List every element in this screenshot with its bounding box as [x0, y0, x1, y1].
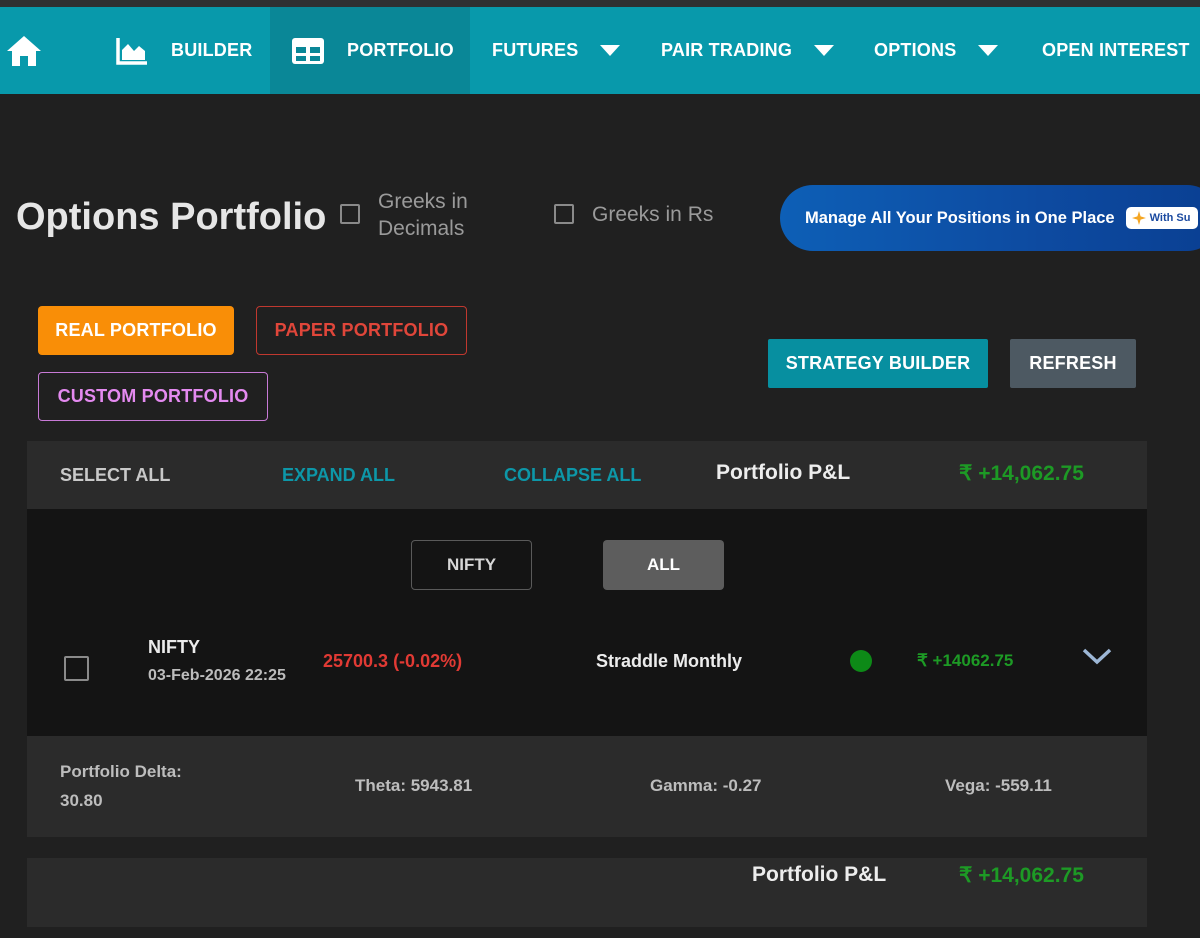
- vega-value: Vega: -559.11: [945, 776, 1052, 795]
- nav-portfolio-label: PORTFOLIO: [347, 40, 454, 60]
- table-icon: [291, 37, 325, 65]
- top-strip: [0, 0, 1200, 7]
- top-navbar: BUILDER PORTFOLIO FUTURES PAIR TRADING O…: [0, 7, 1200, 94]
- sparkle-icon: [1131, 211, 1146, 225]
- collapse-all-link[interactable]: COLLAPSE ALL: [504, 465, 641, 486]
- chevron-down-icon: [600, 45, 621, 56]
- greeks-summary: Portfolio Delta: 30.80 Theta: 5943.81 Ga…: [27, 736, 1147, 837]
- expand-chevron-button[interactable]: [1082, 648, 1112, 671]
- home-button[interactable]: [0, 7, 95, 94]
- portfolio-pl-label: Portfolio P&L: [716, 461, 851, 484]
- promo-banner[interactable]: Manage All Your Positions in One Place W…: [780, 185, 1200, 251]
- gamma-value: Gamma: -0.27: [650, 776, 762, 795]
- nav-futures[interactable]: FUTURES: [470, 7, 640, 94]
- greeks-decimals-label: Greeks in Decimals: [378, 190, 468, 240]
- nav-open-interest-label: OPEN INTEREST: [1042, 40, 1190, 60]
- nav-pair-trading[interactable]: PAIR TRADING: [640, 7, 853, 94]
- refresh-button[interactable]: REFRESH: [1010, 339, 1136, 388]
- positions-panel: NIFTY ALL NIFTY 03-Feb-2026 22:25 25700.…: [27, 509, 1147, 736]
- footer-pl-label: Portfolio P&L: [752, 863, 887, 886]
- select-all-link[interactable]: SELECT ALL: [60, 465, 170, 486]
- greeks-decimals-checkbox[interactable]: [340, 204, 360, 224]
- area-chart-icon: [115, 36, 149, 66]
- greeks-rs-checkbox[interactable]: [554, 204, 574, 224]
- promo-banner-pill: With Su: [1125, 207, 1199, 229]
- page-title: Options Portfolio: [16, 196, 327, 238]
- nav-options-label: OPTIONS: [874, 40, 957, 60]
- portfolio-delta-value: 30.80: [60, 791, 103, 810]
- nav-futures-label: FUTURES: [492, 40, 579, 60]
- position-symbol: NIFTY: [148, 637, 200, 657]
- footer-pl-value: ₹ +14,062.75: [959, 864, 1084, 887]
- status-dot-icon: [850, 650, 872, 672]
- nav-builder[interactable]: BUILDER: [95, 7, 270, 94]
- chevron-down-icon: [814, 45, 835, 56]
- chevron-down-icon: [1082, 648, 1112, 665]
- nav-portfolio[interactable]: PORTFOLIO: [270, 7, 470, 94]
- real-portfolio-button[interactable]: REAL PORTFOLIO: [38, 306, 234, 355]
- nav-pair-trading-label: PAIR TRADING: [661, 40, 793, 60]
- nav-open-interest[interactable]: OPEN INTEREST: [1021, 7, 1200, 94]
- expand-all-link[interactable]: EXPAND ALL: [282, 465, 395, 486]
- promo-banner-pill-text: With Su: [1149, 212, 1191, 224]
- position-datetime: 03-Feb-2026 22:25: [148, 667, 286, 684]
- footer-pl-bar: Portfolio P&L ₹ +14,062.75: [27, 858, 1147, 927]
- position-strategy: Straddle Monthly: [596, 651, 743, 671]
- portfolio-delta-label: Portfolio Delta:: [60, 762, 182, 781]
- home-icon: [6, 35, 41, 66]
- chevron-down-icon: [978, 45, 999, 56]
- promo-banner-text: Manage All Your Positions in One Place: [805, 208, 1115, 227]
- theta-value: Theta: 5943.81: [355, 776, 473, 795]
- position-price: 25700.3 (-0.02%): [323, 651, 463, 671]
- nav-options[interactable]: OPTIONS: [853, 7, 1021, 94]
- portfolio-pl-value: ₹ +14,062.75: [959, 462, 1084, 485]
- strategy-builder-button[interactable]: STRATEGY BUILDER: [768, 339, 988, 388]
- filter-nifty-button[interactable]: NIFTY: [411, 540, 532, 590]
- filter-all-button[interactable]: ALL: [603, 540, 724, 590]
- portfolio-toolbar: SELECT ALL EXPAND ALL COLLAPSE ALL Portf…: [27, 441, 1147, 509]
- nav-builder-label: BUILDER: [171, 40, 253, 60]
- paper-portfolio-button[interactable]: PAPER PORTFOLIO: [256, 306, 467, 355]
- greeks-rs-label: Greeks in Rs: [592, 203, 714, 226]
- position-pl: ₹ +14062.75: [917, 651, 1014, 670]
- custom-portfolio-button[interactable]: CUSTOM PORTFOLIO: [38, 372, 268, 421]
- position-checkbox[interactable]: [64, 656, 89, 681]
